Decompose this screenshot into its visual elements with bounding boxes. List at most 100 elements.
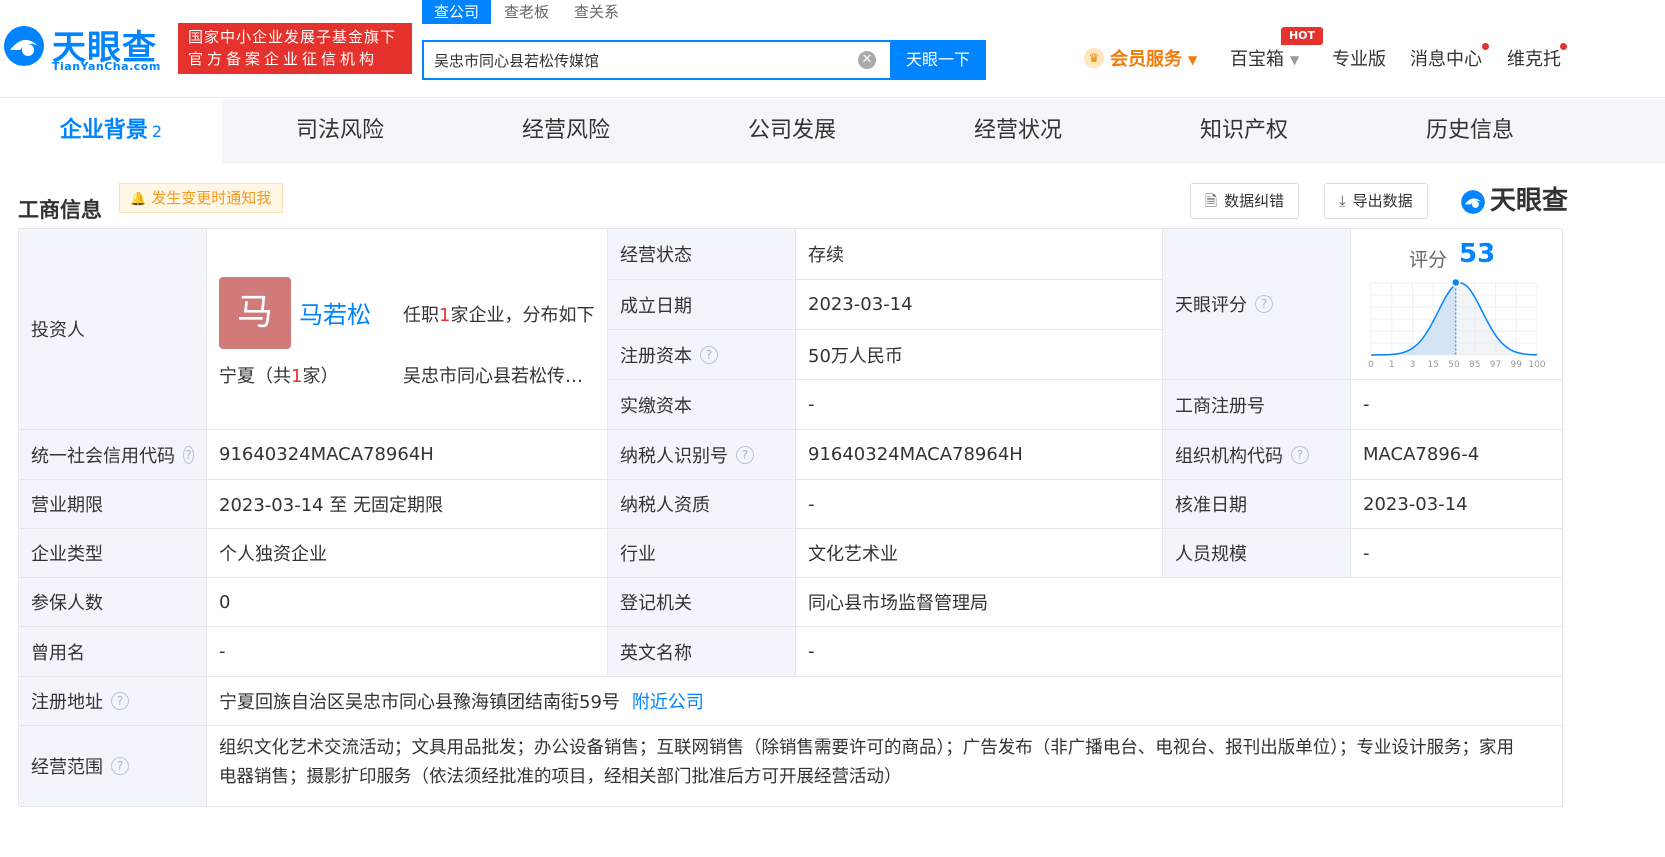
clear-icon[interactable]: ✕ (858, 51, 876, 69)
score-label: 天眼评分? (1163, 229, 1351, 380)
vip-service-link[interactable]: ♛ 会员服务 ▼ (1084, 46, 1197, 74)
tax-id-label-text: 纳税人识别号 (620, 445, 728, 467)
score-label-text: 天眼评分 (1175, 295, 1247, 316)
approve-date-label: 核准日期 (1163, 480, 1351, 529)
investor-company-link[interactable]: 吴忠市同心县若松传媒馆 (403, 362, 583, 388)
tab-background[interactable]: 企业背景 2 (0, 99, 222, 163)
score-axis-tick: 50 (1448, 360, 1460, 370)
help-icon[interactable]: ? (700, 345, 718, 364)
help-icon[interactable]: ? (1291, 445, 1309, 464)
industry-label: 行业 (608, 529, 796, 578)
insured-value: 0 (207, 578, 608, 627)
brand-watermark: 天眼查 (1460, 180, 1568, 216)
pro-version-link[interactable]: 专业版 (1332, 46, 1386, 74)
logo-domain: TianYanCha.com (52, 60, 161, 73)
message-dot (1482, 43, 1489, 50)
score-axis-tick: 3 (1410, 360, 1416, 370)
investor-name[interactable]: 马若松 (299, 295, 371, 330)
investor-cell: 马 马若松 任职 1 家企业，分布如下 宁夏（共1家） 吴忠市同心县若松传媒馆 (207, 229, 608, 430)
export-data-button[interactable]: ⤓ 导出数据 (1324, 183, 1428, 219)
est-date-label: 成立日期 (608, 280, 796, 330)
top-header: 天眼查 TianYanCha.com 国家中小企业发展子基金旗下 官方备案企业征… (0, 0, 1665, 98)
download-icon: ⤓ (1339, 192, 1346, 210)
user-dot (1560, 43, 1567, 50)
region-count: 1 (291, 366, 303, 387)
english-name-value: - (796, 627, 1563, 677)
export-data-label: 导出数据 (1352, 192, 1413, 210)
credit-code-label: 统一社会信用代码? (19, 430, 207, 480)
tax-qual-value: - (796, 480, 1163, 529)
user-menu[interactable]: 维克托 (1507, 46, 1561, 74)
capital-label: 注册资本? (608, 330, 796, 380)
credit-code-label-text: 统一社会信用代码 (31, 445, 175, 467)
staff-size-value: - (1351, 529, 1563, 578)
tab-business-risk[interactable]: 经营风险 (448, 99, 684, 163)
score-axis-tick: 97 (1490, 360, 1501, 370)
scope-line-1: 组织文化艺术交流活动；文具用品批发；办公设备销售；互联网销售（除销售需要许可的商… (219, 738, 1514, 758)
org-code-label-text: 组织机构代码 (1175, 445, 1283, 467)
score-axis-tick: 15 (1428, 360, 1439, 370)
tab-judicial-risk[interactable]: 司法风险 (222, 99, 458, 163)
score-axis-tick: 85 (1469, 360, 1480, 370)
nearby-company-link[interactable]: 附近公司 (632, 688, 704, 714)
tab-count: 2 (151, 122, 163, 141)
business-info-table: 投资人 马 马若松 任职 1 家企业，分布如下 宁夏（共1家） 吴忠市同心县若松传媒… (18, 228, 1563, 807)
company-type-value: 个人独资企业 (207, 529, 608, 578)
data-correct-label: 数据纠错 (1224, 192, 1285, 210)
bell-icon: 🔔 (130, 192, 147, 207)
vip-label: 会员服务 (1110, 49, 1182, 70)
desc-prefix: 任职 (403, 305, 439, 326)
help-icon[interactable]: ? (736, 445, 754, 464)
chevron-down-icon: ▼ (1188, 53, 1198, 67)
avatar: 马 (219, 277, 291, 349)
scope-value: 组织文化艺术交流活动；文具用品批发；办公设备销售；互联网销售（除销售需要许可的商… (207, 726, 1563, 807)
paid-capital-label: 实缴资本 (608, 380, 796, 430)
paid-capital-value: - (796, 380, 1163, 430)
insured-label: 参保人数 (19, 578, 207, 627)
tab-operation[interactable]: 经营状况 (900, 99, 1136, 163)
score-axis-tick: 99 (1511, 360, 1523, 370)
tab-history[interactable]: 历史信息 (1352, 99, 1588, 163)
investor-region: 宁夏（共1家） (219, 362, 338, 388)
tab-development[interactable]: 公司发展 (674, 99, 910, 163)
main-tabs: 企业背景 2 司法风险 经营风险 公司发展 经营状况 知识产权 历史信息 (0, 99, 1665, 163)
notify-button[interactable]: 🔔 发生变更时通知我 (119, 183, 283, 213)
help-icon[interactable]: ? (111, 692, 129, 710)
tab-label: 企业背景 (59, 118, 148, 143)
regno-label: 工商注册号 (1163, 380, 1351, 430)
region-suffix: 家） (302, 366, 339, 387)
gov-badge-line2: 官方备案企业征信机构 (188, 50, 379, 68)
tab-ip[interactable]: 知识产权 (1126, 99, 1362, 163)
industry-value: 文化艺术业 (796, 529, 1163, 578)
term-label: 营业期限 (19, 480, 207, 529)
company-type-label: 企业类型 (19, 529, 207, 578)
capital-value: 50万人民币 (796, 330, 1163, 380)
search-input[interactable] (424, 42, 864, 78)
chevron-down-icon: ▼ (1290, 53, 1300, 67)
desc-suffix: 家企业，分布如下 (450, 305, 595, 326)
toolbox-link[interactable]: 百宝箱 ▼ (1230, 46, 1299, 74)
credit-code-value: 91640324MACA78964H (207, 430, 608, 480)
authority-label: 登记机关 (608, 578, 796, 627)
message-center-link[interactable]: 消息中心 (1410, 46, 1482, 74)
score-cell[interactable]: 评分 53 0 1 3 15 50 85 97 99 100 (1351, 229, 1563, 380)
address-value: 宁夏回族自治区吴忠市同心县豫海镇团结南街59号 附近公司 (207, 677, 1563, 726)
address-label-text: 注册地址 (31, 692, 103, 713)
toolbox-label: 百宝箱 (1230, 49, 1284, 70)
score-chart: 评分 53 0 1 3 15 50 85 97 99 100 (1351, 229, 1562, 379)
investor-label: 投资人 (19, 229, 207, 430)
search-tab-company[interactable]: 查公司 (422, 0, 492, 24)
org-code-label: 组织机构代码? (1163, 430, 1351, 480)
authority-value: 同心县市场监督管理局 (796, 578, 1563, 627)
help-icon[interactable]: ? (1255, 295, 1273, 313)
search-tab-relation[interactable]: 查关系 (574, 0, 619, 24)
data-correct-button[interactable]: 🗎 数据纠错 (1190, 183, 1300, 219)
score-axis-tick: 100 (1528, 360, 1545, 370)
notify-label: 发生变更时通知我 (151, 189, 272, 207)
search-button[interactable]: 天眼一下 (890, 40, 986, 80)
search-tab-boss[interactable]: 查老板 (504, 0, 549, 24)
help-icon[interactable]: ? (183, 445, 194, 464)
help-icon[interactable]: ? (111, 757, 129, 775)
eye-logo-icon (4, 26, 44, 66)
tianyancha-logo[interactable]: 天眼查 TianYanCha.com (0, 20, 170, 76)
